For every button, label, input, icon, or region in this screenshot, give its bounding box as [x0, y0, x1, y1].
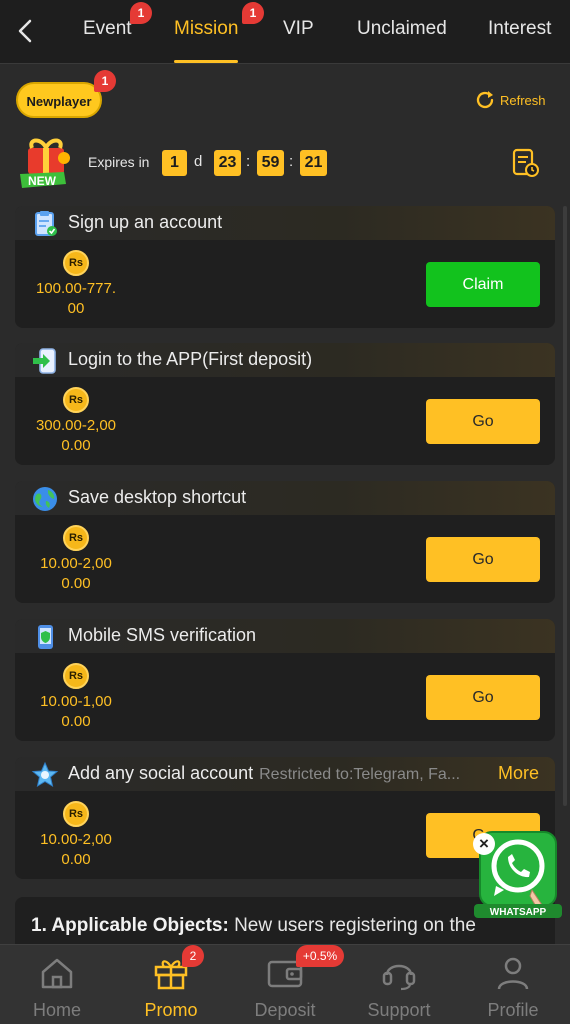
- rupee-coin-icon: Rs: [63, 525, 89, 551]
- rules-text: 1. Applicable Objects: New users registe…: [31, 915, 476, 936]
- mission-title: Add any social account Restricted to:Tele…: [68, 763, 461, 783]
- countdown-separator: :: [246, 153, 251, 170]
- svg-text:NEW: NEW: [28, 174, 57, 188]
- go-button[interactable]: Go: [426, 537, 540, 582]
- expiry-countdown: NEW Expires in 1 d 23 : 59 : 21: [18, 136, 558, 196]
- rupee-coin-icon: Rs: [63, 801, 89, 827]
- mission-card-header: Add any social account Restricted to:Tele…: [15, 757, 555, 791]
- mission-title: Sign up an account: [68, 212, 223, 232]
- nav-support-label: Support: [367, 1000, 431, 1020]
- person-icon: [497, 957, 529, 990]
- mission-card-header: Save desktop shortcut: [15, 481, 555, 515]
- whatsapp-close-button[interactable]: ×: [473, 833, 495, 855]
- new-gift-icon: NEW: [20, 138, 70, 188]
- reward-amount: 100.00-777. 00: [35, 280, 117, 317]
- mission-content: Newplayer 1 Refresh NEW Expires in 1 d 2…: [0, 64, 570, 944]
- tab-event-badge: 1: [130, 2, 152, 24]
- go-button[interactable]: Go: [426, 399, 540, 444]
- tab-vip[interactable]: VIP: [283, 18, 314, 40]
- nav-promo-badge: 2: [182, 945, 204, 967]
- clipboard-icon: [35, 211, 57, 236]
- nav-deposit[interactable]: +0.5% Deposit: [228, 945, 344, 1024]
- back-arrow-icon[interactable]: [14, 16, 38, 46]
- rupee-coin-icon: Rs: [63, 663, 89, 689]
- headset-icon: [382, 964, 416, 991]
- newplayer-filter-button[interactable]: Newplayer: [16, 82, 102, 118]
- claim-button[interactable]: Claim: [426, 262, 540, 307]
- mission-title: Mobile SMS verification: [68, 625, 257, 645]
- mission-card-header: Login to the APP(First deposit): [15, 343, 555, 377]
- mission-card-header: Mobile SMS verification: [15, 619, 555, 653]
- active-tab-indicator: [174, 60, 238, 63]
- tab-event[interactable]: Event: [83, 18, 132, 40]
- tab-unclaimed[interactable]: Unclaimed: [357, 18, 447, 40]
- reward-amount: 10.00-2,00 0.00: [40, 555, 112, 592]
- mission-card-header: Sign up an account: [15, 206, 555, 240]
- mission-card: Login to the APP(First deposit) Rs 300.0…: [15, 343, 555, 465]
- mission-card: Save desktop shortcut Rs 10.00-2,00 0.00…: [15, 481, 555, 603]
- nav-promo-label: Promo: [144, 1000, 198, 1020]
- newplayer-badge: 1: [94, 70, 116, 92]
- nav-support[interactable]: Support: [342, 945, 456, 1024]
- countdown-minutes: 59: [257, 150, 284, 176]
- bottom-navigation: Home 2 Promo +0.5% Deposit Support Profi…: [0, 944, 570, 1024]
- countdown-hours: 23: [214, 150, 241, 176]
- globe-icon: [33, 487, 57, 511]
- nav-deposit-badge: +0.5%: [296, 945, 344, 967]
- mobile-shield-icon: [38, 625, 53, 649]
- reward-amount: 10.00-1,00 0.00: [40, 693, 112, 730]
- tab-interest[interactable]: Interest: [488, 18, 551, 40]
- nav-profile-label: Profile: [487, 1000, 539, 1020]
- refresh-label: Refresh: [500, 92, 546, 108]
- go-button[interactable]: Go: [426, 675, 540, 720]
- countdown-days: 1: [162, 150, 187, 176]
- refresh-icon: [476, 91, 494, 109]
- more-link[interactable]: More: [498, 763, 539, 784]
- social-star-icon: [31, 761, 59, 788]
- rupee-coin-icon: Rs: [63, 250, 89, 276]
- mission-title: Login to the APP(First deposit): [68, 349, 313, 369]
- tab-mission-badge: 1: [242, 2, 264, 24]
- tab-mission[interactable]: Mission: [174, 18, 238, 40]
- mission-card: Mobile SMS verification Rs 10.00-1,00 0.…: [15, 619, 555, 741]
- scrollbar[interactable]: [563, 206, 567, 806]
- nav-home[interactable]: Home: [0, 945, 114, 1024]
- nav-promo[interactable]: 2 Promo: [114, 945, 228, 1024]
- mission-card: Sign up an account Rs 100.00-777. 00 Cla…: [15, 206, 555, 328]
- mission-title: Save desktop shortcut: [68, 487, 247, 507]
- home-icon: [41, 958, 73, 989]
- expires-label: Expires in: [88, 154, 150, 170]
- rupee-coin-icon: Rs: [63, 387, 89, 413]
- mission-restriction: Restricted to:Telegram, Fa...: [259, 766, 461, 783]
- nav-home-label: Home: [32, 1000, 81, 1020]
- refresh-button[interactable]: Refresh: [474, 88, 546, 112]
- mission-record-icon[interactable]: [512, 148, 540, 178]
- login-phone-icon: [33, 348, 56, 374]
- countdown-separator: :: [289, 153, 294, 170]
- reward-amount: 10.00-2,00 0.00: [40, 831, 112, 868]
- svg-text:WHATSAPP: WHATSAPP: [490, 907, 547, 918]
- countdown-seconds: 21: [300, 150, 327, 176]
- nav-deposit-label: Deposit: [254, 1000, 316, 1020]
- top-tab-bar: Event 1 Mission 1 VIP Unclaimed Interest: [0, 0, 570, 64]
- reward-amount: 300.00-2,00 0.00: [35, 417, 117, 454]
- nav-profile[interactable]: Profile: [456, 945, 570, 1024]
- countdown-days-unit: d: [194, 153, 203, 170]
